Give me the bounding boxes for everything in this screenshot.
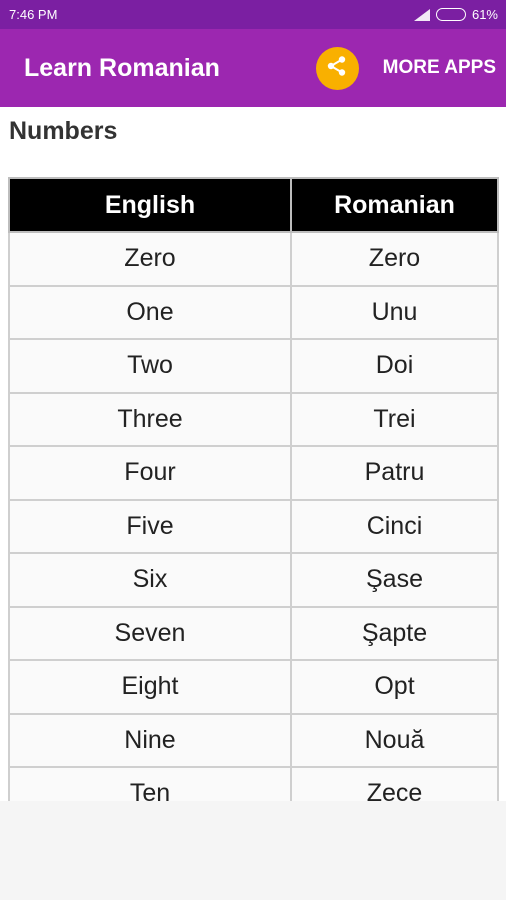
battery-percent: 61% (471, 7, 498, 22)
status-bar: 7:46 PM 61% (0, 0, 506, 29)
page-title: Numbers (9, 117, 118, 145)
cell-english: Zero (8, 231, 292, 287)
app-actions: MORE APPS (315, 46, 496, 90)
cell-english: One (8, 284, 292, 340)
table-row: Ten Zece (8, 766, 499, 801)
cell-romanian: Patru (290, 445, 499, 501)
cell-english: Seven (8, 605, 292, 661)
cell-english: Four (8, 445, 292, 501)
status-time: 7:46 PM (9, 7, 58, 22)
cell-english: Nine (8, 712, 292, 768)
table-row: Four Patru (8, 445, 499, 501)
cell-romanian: Şapte (290, 605, 499, 661)
status-icons: 61% (413, 7, 498, 22)
table-row: Zero Zero (8, 231, 499, 287)
cell-romanian: Unu (290, 284, 499, 340)
more-apps-button[interactable]: MORE APPS (383, 57, 496, 79)
numbers-table: English Romanian Zero Zero One Unu Two Doi Thr… (8, 177, 499, 801)
content-area: Numbers English Romanian Zero Zero One Unu T… (0, 107, 506, 801)
cell-english: Five (8, 498, 292, 554)
cell-romanian: Opt (290, 659, 499, 715)
table-row: Two Doi (8, 338, 499, 394)
cell-english: Three (8, 391, 292, 447)
bottom-area (0, 801, 506, 900)
header-romanian: Romanian (290, 177, 499, 233)
cell-english: Two (8, 338, 292, 394)
header-english: English (8, 177, 292, 233)
table-row: Six Şase (8, 552, 499, 608)
cell-english: Ten (8, 766, 292, 801)
cell-english: Eight (8, 659, 292, 715)
share-icon (326, 55, 348, 82)
table-row: Seven Şapte (8, 605, 499, 661)
cell-english: Six (8, 552, 292, 608)
table-row: One Unu (8, 284, 499, 340)
cell-romanian: Zece (290, 766, 499, 801)
app-title: Learn Romanian (24, 53, 220, 82)
table-row: Nine Nouă (8, 712, 499, 768)
cell-romanian: Şase (290, 552, 499, 608)
cell-romanian: Nouă (290, 712, 499, 768)
table-row: Five Cinci (8, 498, 499, 554)
table-row: Eight Opt (8, 659, 499, 715)
cell-romanian: Cinci (290, 498, 499, 554)
app-bar: Learn Romanian MORE APPS (0, 29, 506, 107)
signal-icon (413, 8, 430, 21)
table-header-row: English Romanian (8, 177, 499, 233)
share-button[interactable] (315, 46, 359, 90)
cell-romanian: Doi (290, 338, 499, 394)
battery-icon (435, 8, 466, 21)
cell-romanian: Zero (290, 231, 499, 287)
cell-romanian: Trei (290, 391, 499, 447)
table-row: Three Trei (8, 391, 499, 447)
